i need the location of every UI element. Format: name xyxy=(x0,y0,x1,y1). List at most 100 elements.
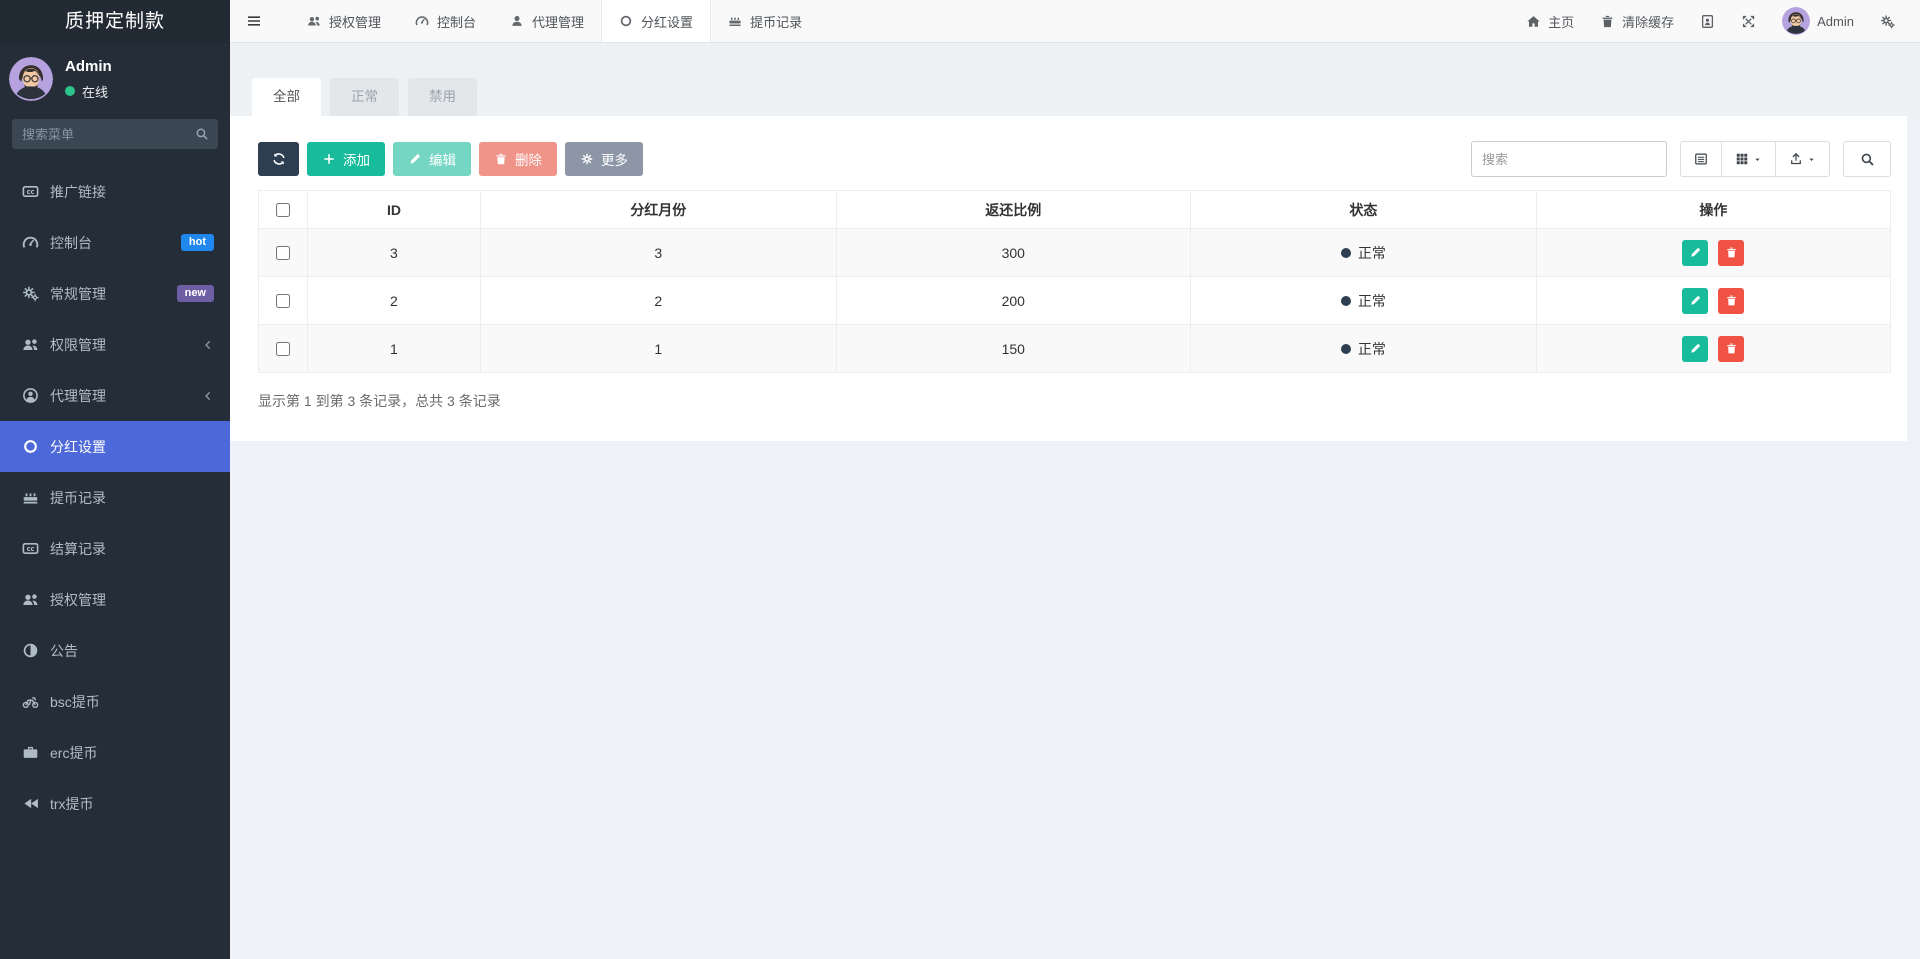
row-edit-button[interactable] xyxy=(1682,336,1708,362)
cell-status: 正常 xyxy=(1190,325,1536,373)
pencil-icon xyxy=(1689,246,1702,259)
sidebar-item-label: erc提币 xyxy=(50,743,97,763)
briefcase-icon xyxy=(22,744,39,761)
tab-label: 授权管理 xyxy=(329,12,381,31)
clear-cache-label: 清除缓存 xyxy=(1622,12,1674,31)
hot-badge: hot xyxy=(181,234,214,251)
col-operate: 操作 xyxy=(1536,191,1890,229)
status-label: 正常 xyxy=(1358,291,1386,311)
pencil-icon xyxy=(408,152,422,166)
home-icon xyxy=(1526,14,1541,29)
sidebar-item-agent[interactable]: 代理管理 xyxy=(0,370,230,421)
filter-tab-normal[interactable]: 正常 xyxy=(330,78,399,116)
circle-icon xyxy=(22,438,39,455)
sidebar-item-settle-log[interactable]: 结算记录 xyxy=(0,523,230,574)
select-all-cell xyxy=(259,191,308,229)
dashboard-icon xyxy=(22,234,39,251)
tab-agent[interactable]: 代理管理 xyxy=(493,0,601,42)
row-delete-button[interactable] xyxy=(1718,288,1744,314)
sidebar-item-label: 分红设置 xyxy=(50,437,106,457)
tab-authorize[interactable]: 授权管理 xyxy=(290,0,398,42)
status-label: 正常 xyxy=(1358,339,1386,359)
cell-ratio: 200 xyxy=(836,277,1190,325)
chevron-left-icon xyxy=(202,339,214,351)
tab-dashboard[interactable]: 控制台 xyxy=(398,0,493,42)
menu-search-input[interactable] xyxy=(12,119,218,149)
cogs-icon xyxy=(22,285,39,302)
table-search-input[interactable] xyxy=(1471,141,1667,177)
detail-view-button[interactable] xyxy=(1680,141,1721,177)
refresh-button[interactable] xyxy=(258,142,299,176)
delete-button[interactable]: 删除 xyxy=(479,142,557,176)
sidebar-item-label: 结算记录 xyxy=(50,539,106,559)
sidebar-user-panel: Admin 在线 xyxy=(0,44,230,109)
backward-icon xyxy=(22,795,39,812)
row-edit-button[interactable] xyxy=(1682,288,1708,314)
fullscreen-button[interactable] xyxy=(1728,0,1769,42)
sidebar-item-auth[interactable]: 权限管理 xyxy=(0,319,230,370)
more-button[interactable]: 更多 xyxy=(565,142,643,176)
search-icon xyxy=(1860,152,1875,167)
add-button[interactable]: 添加 xyxy=(307,142,385,176)
filter-tab-disabled[interactable]: 禁用 xyxy=(408,78,477,116)
terminal-switch-button[interactable] xyxy=(1687,0,1728,42)
panel-body: 添加 编辑 删除 更多 xyxy=(230,116,1907,441)
hamburger-icon xyxy=(246,13,262,29)
user-avatar xyxy=(1782,7,1810,35)
cake-icon xyxy=(22,489,39,506)
sidebar-item-label: 权限管理 xyxy=(50,335,106,355)
row-edit-button[interactable] xyxy=(1682,240,1708,266)
select-all-checkbox[interactable] xyxy=(276,203,290,217)
row-delete-button[interactable] xyxy=(1718,336,1744,362)
toolbar: 添加 编辑 删除 更多 xyxy=(258,141,1891,177)
sidebar-item-erc[interactable]: erc提币 xyxy=(0,727,230,778)
sidebar-item-dividend[interactable]: 分红设置 xyxy=(0,421,230,472)
status-dot xyxy=(1341,344,1351,354)
search-submit-button[interactable] xyxy=(1843,141,1891,177)
filter-tab-all[interactable]: 全部 xyxy=(252,78,321,116)
cogs-icon xyxy=(1880,14,1895,29)
row-checkbox[interactable] xyxy=(276,342,290,356)
table-row: 3 3 300 正常 xyxy=(259,229,1891,277)
dashboard-icon xyxy=(415,14,429,28)
row-delete-button[interactable] xyxy=(1718,240,1744,266)
file-user-icon xyxy=(1700,14,1715,29)
row-checkbox[interactable] xyxy=(276,294,290,308)
sidebar-item-notice[interactable]: 公告 xyxy=(0,625,230,676)
topbar: 授权管理 控制台 代理管理 分红设置 提币记录 主页 清除缓存 xyxy=(230,0,1920,43)
tab-withdraw-log[interactable]: 提币记录 xyxy=(711,0,819,42)
sidebar-toggle-button[interactable] xyxy=(230,0,278,42)
columns-button[interactable] xyxy=(1721,141,1775,177)
home-label: 主页 xyxy=(1548,12,1574,31)
tab-label: 提币记录 xyxy=(750,12,802,31)
sidebar-item-label: 公告 xyxy=(50,641,78,661)
sidebar-item-authorize[interactable]: 授权管理 xyxy=(0,574,230,625)
row-checkbox[interactable] xyxy=(276,246,290,260)
panel-tabs: 全部 正常 禁用 xyxy=(230,43,1920,116)
sidebar-item-bsc[interactable]: bsc提币 xyxy=(0,676,230,727)
cell-operate xyxy=(1536,325,1890,373)
export-icon xyxy=(1789,152,1803,166)
users-icon xyxy=(22,336,39,353)
cell-month: 3 xyxy=(480,229,836,277)
sidebar-item-label: trx提币 xyxy=(50,794,94,814)
sidebar-item-general[interactable]: 常规管理 new xyxy=(0,268,230,319)
tab-dividend[interactable]: 分红设置 xyxy=(601,0,711,42)
settings-button[interactable] xyxy=(1867,0,1908,42)
cell-month: 2 xyxy=(480,277,836,325)
sidebar-item-dashboard[interactable]: 控制台 hot xyxy=(0,217,230,268)
sidebar-item-withdraw-log[interactable]: 提币记录 xyxy=(0,472,230,523)
sidebar-item-trx[interactable]: trx提币 xyxy=(0,778,230,829)
home-button[interactable]: 主页 xyxy=(1513,0,1587,42)
cc-card-icon xyxy=(22,540,39,557)
export-button[interactable] xyxy=(1775,141,1830,177)
topbar-right: 主页 清除缓存 Admin xyxy=(1513,0,1920,42)
caret-down-icon xyxy=(1753,155,1762,164)
profile-menu[interactable]: Admin xyxy=(1769,0,1867,42)
sidebar-item-promo-link[interactable]: 推广链接 xyxy=(0,166,230,217)
clear-cache-button[interactable]: 清除缓存 xyxy=(1587,0,1687,42)
user-circle-icon xyxy=(22,387,39,404)
users-icon xyxy=(22,591,39,608)
edit-button[interactable]: 编辑 xyxy=(393,142,471,176)
table-view-buttons xyxy=(1680,141,1830,177)
